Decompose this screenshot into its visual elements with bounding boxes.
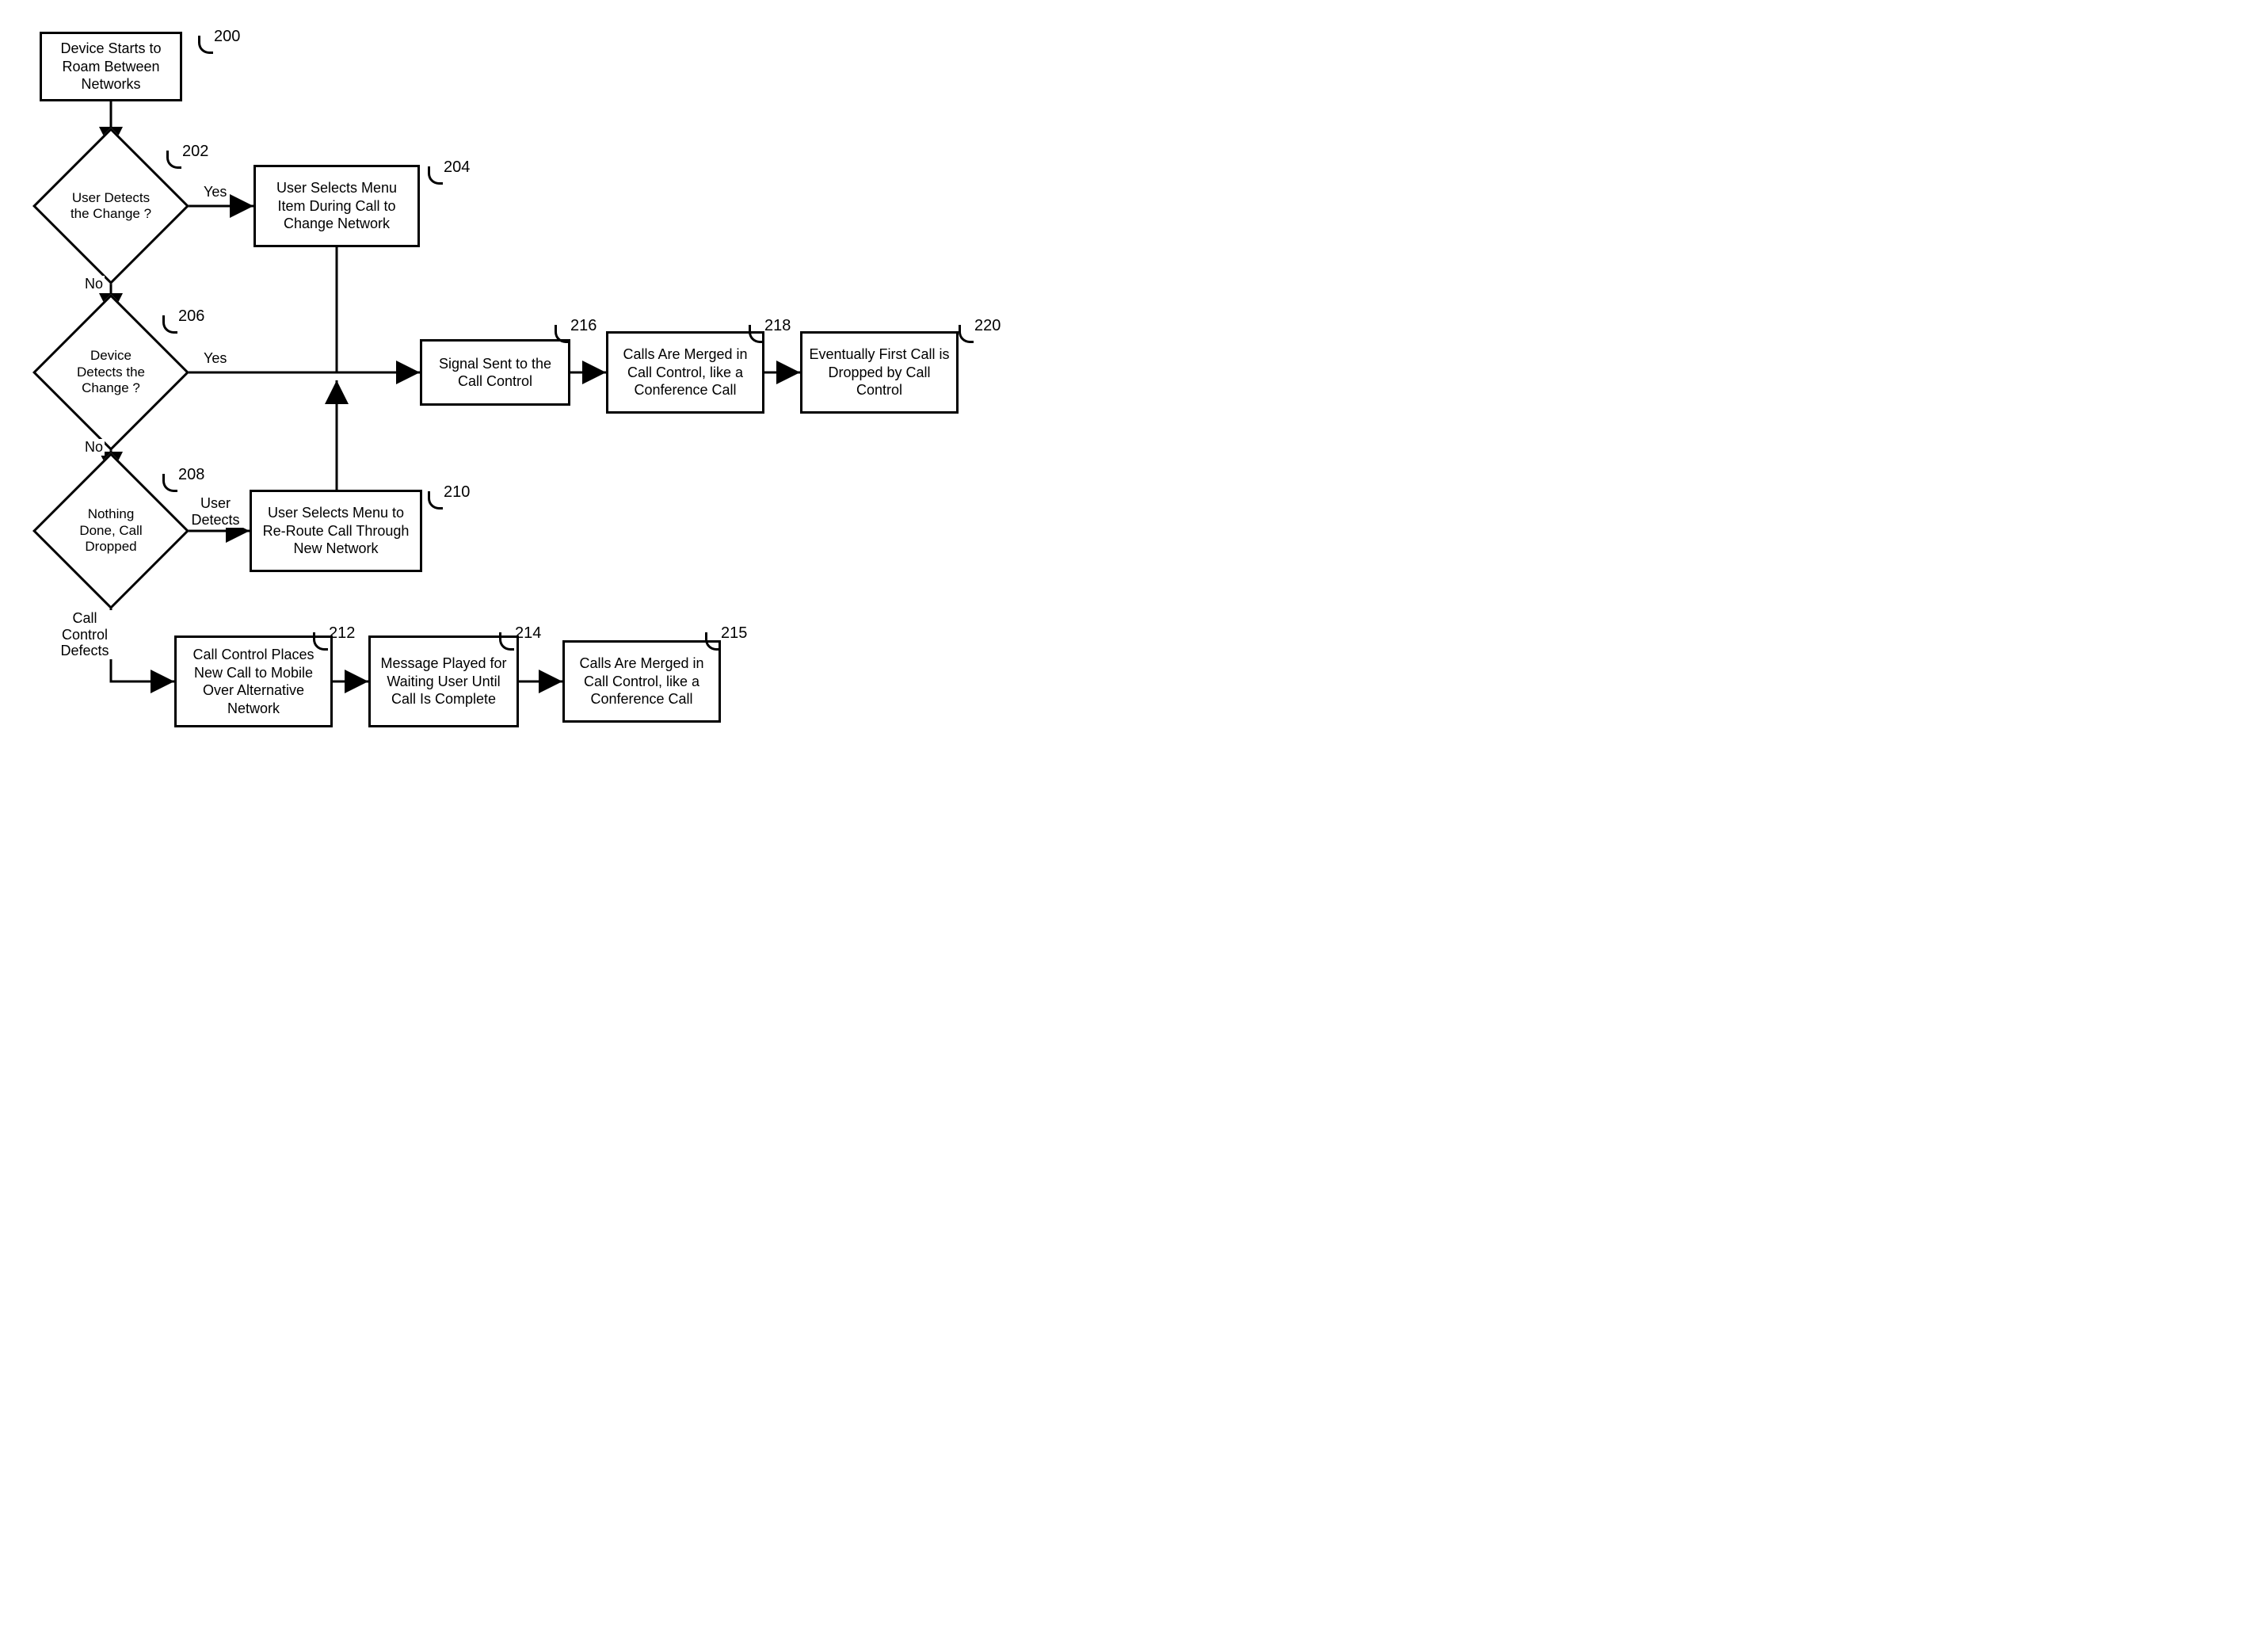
- node-202: User Detects the Change ?: [55, 151, 166, 261]
- node-216: Signal Sent to the Call Control: [420, 339, 570, 406]
- ref-204: 204: [444, 158, 470, 177]
- node-218: Calls Are Merged in Call Control, like a…: [606, 331, 764, 414]
- ref-212: 212: [329, 624, 355, 643]
- ref-218: 218: [764, 317, 791, 335]
- node-210: User Selects Menu to Re-Route Call Throu…: [250, 490, 422, 572]
- ref-215: 215: [721, 624, 747, 643]
- ref-210: 210: [444, 483, 470, 502]
- node-208-text: Nothing Done, Call Dropped: [55, 475, 166, 586]
- node-215-text: Calls Are Merged in Call Control, like a…: [571, 655, 712, 708]
- node-200: Device Starts to Roam Between Networks: [40, 32, 182, 101]
- node-202-text: User Detects the Change ?: [55, 151, 166, 261]
- node-210-text: User Selects Menu to Re-Route Call Throu…: [258, 504, 414, 558]
- node-214-text: Message Played for Waiting User Until Ca…: [377, 655, 510, 708]
- label-yes-202: Yes: [202, 184, 228, 200]
- ref-220: 220: [974, 317, 1001, 335]
- label-no-202: No: [83, 276, 105, 292]
- node-214: Message Played for Waiting User Until Ca…: [368, 635, 519, 727]
- ref-200: 200: [214, 28, 240, 46]
- ref-216: 216: [570, 317, 597, 335]
- node-204-text: User Selects Menu Item During Call to Ch…: [262, 179, 411, 233]
- label-call-control-defects: Call Control Defects: [55, 610, 114, 659]
- node-212: Call Control Places New Call to Mobile O…: [174, 635, 333, 727]
- node-220: Eventually First Call is Dropped by Call…: [800, 331, 959, 414]
- node-200-text: Device Starts to Roam Between Networks: [48, 40, 173, 94]
- label-user-detects: User Detects: [186, 495, 245, 528]
- ref-214: 214: [515, 624, 541, 643]
- ref-206: 206: [178, 307, 204, 326]
- node-208: Nothing Done, Call Dropped: [55, 475, 166, 586]
- ref-202: 202: [182, 143, 208, 161]
- node-206-text: Device Detects the Change ?: [55, 317, 166, 428]
- label-yes-206: Yes: [202, 350, 228, 367]
- node-215: Calls Are Merged in Call Control, like a…: [562, 640, 721, 723]
- node-216-text: Signal Sent to the Call Control: [429, 355, 562, 391]
- ref-208: 208: [178, 466, 204, 484]
- label-no-206: No: [83, 439, 105, 456]
- flowchart-diagram: Device Starts to Roam Between Networks 2…: [24, 24, 1038, 777]
- node-220-text: Eventually First Call is Dropped by Call…: [809, 345, 950, 399]
- node-218-text: Calls Are Merged in Call Control, like a…: [615, 345, 756, 399]
- node-212-text: Call Control Places New Call to Mobile O…: [183, 646, 324, 717]
- node-206: Device Detects the Change ?: [55, 317, 166, 428]
- node-204: User Selects Menu Item During Call to Ch…: [253, 165, 420, 247]
